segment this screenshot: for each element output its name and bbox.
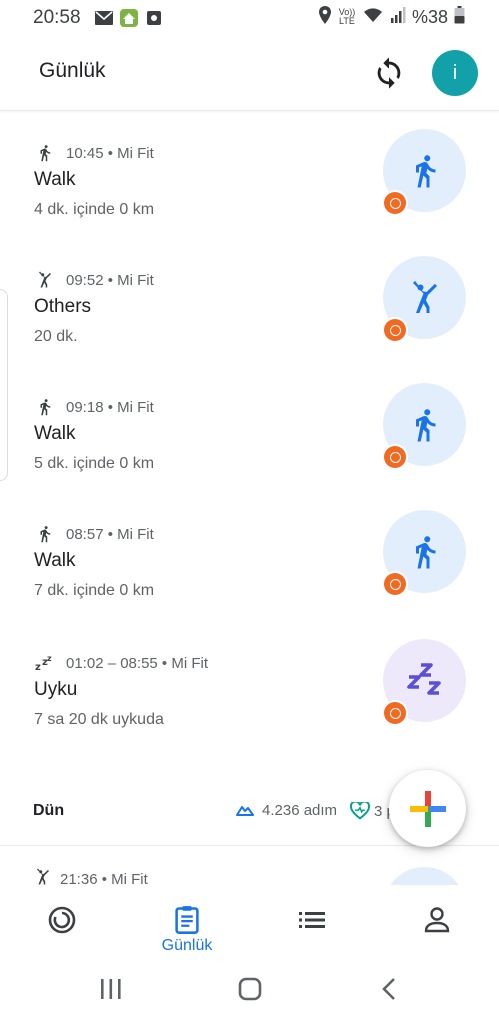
recent-apps-icon[interactable] [100,977,122,1006]
nav-browse[interactable] [250,885,374,959]
nav-profile[interactable] [375,885,499,959]
page-title: Günlük [39,59,106,82]
signal-icon [390,6,406,29]
plus-icon [409,790,446,827]
walk-icon [34,142,56,164]
activity-item[interactable]: 10:45 • Mi Fit Walk 4 dk. içinde 0 km [0,129,499,269]
profile-icon [422,905,452,935]
activity-subtitle: 7 sa 20 dk uykuda [34,711,164,728]
activity-item[interactable]: 08:57 • Mi Fit Walk 7 dk. içinde 0 km [0,510,499,650]
mi-fit-icon [382,700,408,726]
activity-meta: 09:52 • Mi Fit [34,269,154,291]
activity-title: Walk [34,169,76,190]
list-icon [297,905,327,935]
activity-title: Walk [34,550,76,571]
volte-icon: Vo)) LTE [338,7,356,26]
activity-meta-text: 01:02 – 08:55 • Mi Fit [66,654,208,672]
avatar-letter: i [452,61,458,84]
status-bar: 20:58 Vo)) LTE %38 [0,0,499,36]
activity-meta: 09:18 • Mi Fit [34,396,154,418]
mi-fit-icon [382,317,408,343]
add-button[interactable] [389,770,466,847]
bottom-navigation: Günlük [0,885,499,959]
nav-home[interactable] [0,885,124,959]
mi-fit-icon [382,190,408,216]
walk-icon [415,408,435,441]
activity-meta: zzz 01:02 – 08:55 • Mi Fit [34,652,208,674]
activity-title: Others [34,296,92,317]
activity-meta-text: 08:57 • Mi Fit [66,525,154,543]
activity-meta: 08:57 • Mi Fit [34,523,154,545]
home-icon[interactable] [238,977,262,1006]
home-rings-icon [47,905,77,935]
system-navigation [0,959,499,1024]
activity-item[interactable]: 09:52 • Mi Fit Others 20 dk. [0,256,499,396]
mi-fit-icon [382,444,408,470]
sync-icon [377,57,401,89]
activity-meta-text: 09:18 • Mi Fit [66,398,154,416]
status-right: Vo)) LTE %38 [318,5,465,29]
activity-meta: 10:45 • Mi Fit [34,142,154,164]
activity-item[interactable]: 09:18 • Mi Fit Walk 5 dk. içinde 0 km [0,383,499,523]
activity-title: Uyku [34,679,78,700]
back-icon[interactable] [380,977,398,1006]
activity-meta-text: 10:45 • Mi Fit [66,144,154,162]
walk-icon [34,396,56,418]
activity-meta-text: 09:52 • Mi Fit [66,271,154,289]
sleep-icon: zzz [34,652,56,674]
battery-percent: %38 [411,6,448,27]
status-time: 20:58 [33,7,81,28]
app-bar: Günlük i [0,36,499,111]
day-label: Dün [33,802,65,819]
svg-text:z: z [47,654,52,663]
steps-icon [236,805,254,816]
activity-subtitle: 20 dk. [34,328,78,345]
journal-icon [172,905,202,935]
walk-icon [415,154,435,187]
location-icon [318,5,332,29]
heart-points-icon [350,802,370,820]
wifi-icon [362,6,384,29]
mi-fit-icon [382,571,408,597]
avatar[interactable]: i [432,50,478,96]
notification-icons [94,8,164,33]
activity-subtitle: 5 dk. içinde 0 km [34,455,155,472]
steps-count: 4.236 adım [262,802,338,819]
sleep-icon [406,662,441,695]
walk-icon [415,535,435,568]
nav-journal[interactable]: Günlük [125,885,249,959]
activity-subtitle: 4 dk. içinde 0 km [34,201,155,218]
sync-button[interactable] [372,56,406,90]
steps-summary: 4.236 adım [234,802,337,819]
battery-icon [454,5,465,29]
nav-journal-label: Günlük [161,937,213,954]
activity-title: Walk [34,423,76,444]
activity-item[interactable]: zzz 01:02 – 08:55 • Mi Fit Uyku 7 sa 20 … [0,639,499,779]
others-icon [412,280,437,313]
walk-icon [34,523,56,545]
others-icon [34,269,56,291]
activity-subtitle: 7 dk. içinde 0 km [34,582,155,599]
svg-text:z: z [35,662,41,672]
